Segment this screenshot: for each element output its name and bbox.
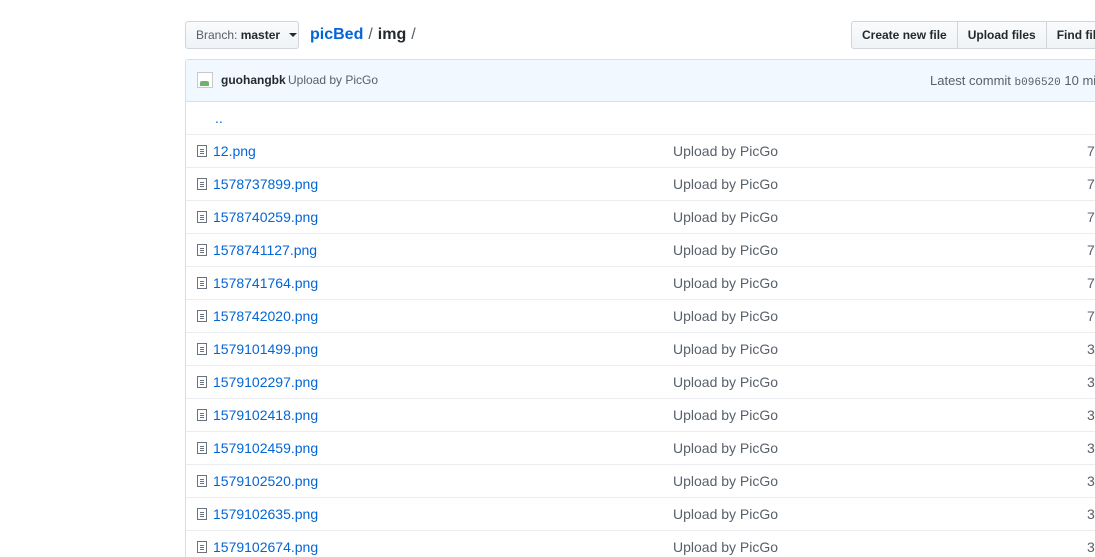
file-name-link[interactable]: 1579102418.png	[213, 399, 318, 431]
branch-select-button[interactable]: Branch: master	[185, 21, 299, 49]
file-row[interactable]: 1578737899.png Upload by PicGo 7	[186, 168, 1095, 201]
branch-label: Branch:	[196, 28, 238, 42]
file-row[interactable]: 1579102297.png Upload by PicGo 3	[186, 366, 1095, 399]
file-age: 3	[1087, 407, 1095, 423]
file-row[interactable]: 1578740259.png Upload by PicGo 7	[186, 201, 1095, 234]
file-icon	[197, 343, 207, 355]
file-commit-message[interactable]: Upload by PicGo	[673, 531, 778, 557]
create-new-file-button[interactable]: Create new file	[851, 21, 958, 49]
find-file-button[interactable]: Find file	[1045, 21, 1095, 49]
file-name-link[interactable]: 1578740259.png	[213, 201, 318, 233]
file-age: 3	[1087, 506, 1095, 522]
file-row[interactable]: 1579102674.png Upload by PicGo 3	[186, 531, 1095, 557]
file-age: 7	[1087, 209, 1095, 225]
parent-directory-row[interactable]: ..	[186, 102, 1095, 135]
file-age: 7	[1087, 143, 1095, 159]
file-name-link[interactable]: 1579102459.png	[213, 432, 318, 464]
file-row[interactable]: 1579102635.png Upload by PicGo 3	[186, 498, 1095, 531]
caret-down-icon	[289, 33, 298, 37]
file-row[interactable]: 1579102520.png Upload by PicGo 3	[186, 465, 1095, 498]
file-commit-message[interactable]: Upload by PicGo	[673, 201, 778, 233]
file-icon	[197, 211, 207, 223]
file-age: 7	[1087, 275, 1095, 291]
latest-commit-bar: guohangbk Upload by PicGo Latest commit …	[186, 60, 1095, 102]
file-icon	[197, 145, 207, 157]
file-commit-message[interactable]: Upload by PicGo	[673, 135, 778, 167]
file-row[interactable]: 1578742020.png Upload by PicGo 7	[186, 300, 1095, 333]
file-commit-message[interactable]: Upload by PicGo	[673, 399, 778, 431]
file-icon	[197, 409, 207, 421]
file-commit-message[interactable]: Upload by PicGo	[673, 432, 778, 464]
file-name-link[interactable]: 1579102520.png	[213, 465, 318, 497]
file-name-link[interactable]: 1579102674.png	[213, 531, 318, 557]
file-age: 7	[1087, 308, 1095, 324]
file-name-link[interactable]: 12.png	[213, 135, 256, 167]
branch-name: master	[240, 28, 281, 42]
avatar[interactable]	[197, 72, 213, 88]
file-name-link[interactable]: 1579101499.png	[213, 333, 318, 365]
file-icon	[197, 442, 207, 454]
file-icon	[197, 277, 207, 289]
file-name-link[interactable]: 1578742020.png	[213, 300, 318, 332]
latest-commit-label: Latest commit	[930, 73, 1011, 88]
file-icon	[197, 244, 207, 256]
file-commit-message[interactable]: Upload by PicGo	[673, 267, 778, 299]
file-name-link[interactable]: 1578741127.png	[213, 234, 317, 266]
file-commit-message[interactable]: Upload by PicGo	[673, 465, 778, 497]
file-row[interactable]: 1579102459.png Upload by PicGo 3	[186, 432, 1095, 465]
repo-file-browser: Branch: master picBed / img / Create new fi…	[0, 0, 1095, 557]
file-commit-message[interactable]: Upload by PicGo	[673, 168, 778, 200]
file-list: 12.png Upload by PicGo 7 1578737899.png Uplo…	[186, 135, 1095, 557]
file-name-link[interactable]: 1579102297.png	[213, 366, 318, 398]
file-icon	[197, 376, 207, 388]
file-age: 7	[1087, 176, 1095, 192]
commit-sha-link[interactable]: b096520	[1015, 77, 1061, 89]
latest-commit-info: Latest commit b096520 10 mi	[930, 73, 1095, 89]
file-icon	[197, 178, 207, 190]
file-row[interactable]: 1578741127.png Upload by PicGo 7	[186, 234, 1095, 267]
file-age: 3	[1087, 440, 1095, 456]
file-icon	[197, 310, 207, 322]
commit-message[interactable]: Upload by PicGo	[288, 73, 378, 87]
file-commit-message[interactable]: Upload by PicGo	[673, 498, 778, 530]
file-table: guohangbk Upload by PicGo Latest commit …	[185, 59, 1095, 557]
file-actions: Create new file Upload files Find file	[851, 21, 1095, 49]
file-row[interactable]: 12.png Upload by PicGo 7	[186, 135, 1095, 168]
file-commit-message[interactable]: Upload by PicGo	[673, 234, 778, 266]
file-name-link[interactable]: 1579102635.png	[213, 498, 318, 530]
breadcrumb-separator: /	[368, 26, 373, 43]
file-name-link[interactable]: 1578737899.png	[213, 168, 318, 200]
file-age: 7	[1087, 242, 1095, 258]
file-row[interactable]: 1579101499.png Upload by PicGo 3	[186, 333, 1095, 366]
file-commit-message[interactable]: Upload by PicGo	[673, 300, 778, 332]
breadcrumb-trailing-separator: /	[411, 26, 416, 43]
file-name-link[interactable]: 1578741764.png	[213, 267, 318, 299]
file-commit-message[interactable]: Upload by PicGo	[673, 366, 778, 398]
commit-age: 10 mi	[1064, 73, 1095, 88]
file-age: 3	[1087, 374, 1095, 390]
file-icon	[197, 541, 207, 553]
file-icon	[197, 475, 207, 487]
file-row[interactable]: 1578741764.png Upload by PicGo 7	[186, 267, 1095, 300]
parent-directory-link[interactable]: ..	[215, 102, 223, 134]
file-commit-message[interactable]: Upload by PicGo	[673, 333, 778, 365]
breadcrumb: picBed / img /	[310, 23, 421, 47]
upload-files-button[interactable]: Upload files	[956, 21, 1047, 49]
file-icon	[197, 508, 207, 520]
file-row[interactable]: 1579102418.png Upload by PicGo 3	[186, 399, 1095, 432]
file-age: 3	[1087, 341, 1095, 357]
breadcrumb-current-dir: img	[377, 26, 407, 43]
file-age: 3	[1087, 539, 1095, 555]
file-age: 3	[1087, 473, 1095, 489]
breadcrumb-repo-link[interactable]: picBed	[310, 26, 363, 43]
commit-author-link[interactable]: guohangbk	[221, 73, 286, 87]
